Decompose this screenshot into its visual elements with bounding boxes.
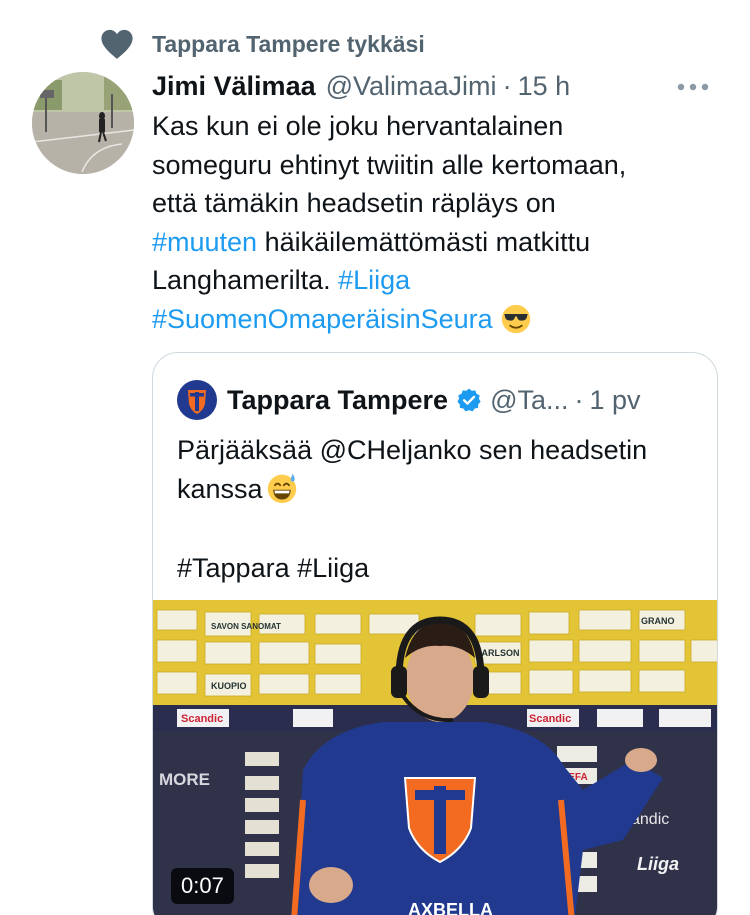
hashtag-link[interactable]: #muuten [152,227,257,257]
quote-timestamp[interactable]: 1 pv [590,385,641,416]
quoted-tweet-card[interactable]: Tappara Tampere @Ta... · 1 pv Pärjääksää… [152,352,718,915]
tweet-text-line: Langhamerilta. #Liiga [152,261,712,300]
quote-text-line: kanssa [177,470,697,509]
tweet-text-line: että tämäkin headsetin räpläys on [152,188,556,218]
tweet-text-line: Kas kun ei ole joku hervantalainen [152,111,564,141]
sponsor-logo-text: Scandic [181,713,223,725]
grinning-sweat-emoji-icon [267,473,296,503]
sponsor-logo-text: SAVON SANOMAT [211,622,281,631]
video-duration: 0:07 [171,868,234,904]
quote-text: Pärjääksää @CHeljanko sen headsetin kans… [177,431,697,508]
tweet-text: Kas kun ei ole joku hervantalainen someg… [152,107,712,338]
sunglasses-emoji-icon [501,304,530,333]
tweet-timestamp[interactable]: 15 h [518,71,571,102]
separator-dot: · [574,384,584,415]
video-frame: SAVON SANOMAT CARLSON GRANO KUOPIO Scand… [153,600,717,915]
separator-dot: · [502,70,512,101]
quote-author-handle[interactable]: @Ta... [490,385,568,416]
heart-icon [101,29,133,59]
quote-text-line: Pärjääksää @CHeljanko sen headsetin [177,435,648,465]
tweet-text-line: #muuten häikäilemättömästi matkittu [152,223,712,262]
sponsor-logo-text: GRANO [641,616,675,626]
quote-author-name[interactable]: Tappara Tampere [227,385,448,416]
video-player[interactable]: SAVON SANOMAT CARLSON GRANO KUOPIO Scand… [153,600,717,915]
tappara-logo-avatar[interactable] [177,380,217,420]
tweet-header: Jimi Välimaa @ValimaaJimi · 15 h [152,66,710,106]
tweet-text-fragment: häikäilemättömästi matkittu [257,226,591,257]
quote-text-fragment: kanssa [177,473,263,504]
tweet-text-line: #SuomenOmaperäisinSeura [152,300,712,339]
avatar-image [32,72,134,174]
quote-hashtags: #Tappara #Liiga [177,553,370,583]
author-handle[interactable]: @ValimaaJimi [326,71,497,102]
tweet-text-fragment: Langhamerilta. [152,265,339,295]
verified-badge-icon [457,388,481,412]
sponsor-logo-text: Liiga [637,854,679,874]
more-icon[interactable] [676,82,710,92]
social-context-text: Tappara Tampere tykkäsi [152,30,425,57]
hashtag-link[interactable]: #Liiga [338,265,410,295]
author-name[interactable]: Jimi Välimaa [152,71,316,102]
sponsor-logo-text: MORE [159,770,210,789]
tweet-text-line: someguru ehtinyt twiitin alle kertomaan, [152,149,627,180]
sponsor-logo-text: Scandic [529,713,571,725]
quote-header: Tappara Tampere @Ta... · 1 pv [177,379,641,421]
social-context[interactable]: Tappara Tampere tykkäsi [100,26,425,62]
sponsor-logo-text: KUOPIO [211,681,247,691]
avatar[interactable] [32,72,134,174]
sponsor-logo-text: AXBELLA [408,900,493,915]
hashtag-link[interactable]: #SuomenOmaperäisinSeura [152,304,493,334]
